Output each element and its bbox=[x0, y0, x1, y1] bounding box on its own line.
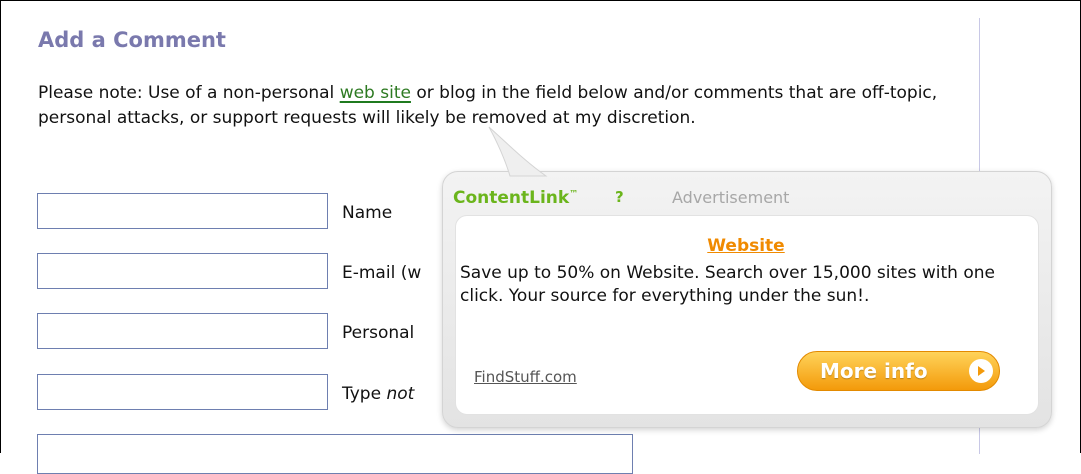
section-heading: Add a Comment bbox=[38, 28, 226, 52]
ad-brand: ContentLink™ bbox=[453, 188, 578, 208]
comment-policy-note: Please note: Use of a non-personal web s… bbox=[38, 81, 938, 131]
ad-title-link[interactable]: Website bbox=[455, 236, 1037, 256]
website-input[interactable] bbox=[37, 313, 328, 349]
name-input[interactable] bbox=[37, 193, 328, 229]
captcha-label-text: Type bbox=[342, 384, 387, 404]
email-input[interactable] bbox=[37, 253, 328, 289]
comment-textarea[interactable] bbox=[37, 434, 633, 474]
ad-help-icon[interactable]: ? bbox=[615, 188, 624, 206]
more-info-label: More info bbox=[820, 359, 928, 383]
trademark-mark: ™ bbox=[569, 189, 579, 200]
play-arrow-icon bbox=[969, 359, 993, 383]
ad-source-link[interactable]: FindStuff.com bbox=[474, 368, 577, 386]
more-info-button[interactable]: More info bbox=[797, 351, 1000, 391]
captcha-label-emphasis: not bbox=[386, 384, 415, 404]
popup-pointer bbox=[488, 126, 548, 177]
ad-brand-text: ContentLink bbox=[453, 188, 570, 208]
captcha-input[interactable] bbox=[37, 374, 328, 410]
note-text-start: Please note: Use of a non-personal bbox=[38, 83, 340, 103]
ad-body-text: Save up to 50% on Website. Search over 1… bbox=[460, 263, 995, 306]
web-site-link[interactable]: web site bbox=[340, 83, 411, 103]
email-label: E-mail (w bbox=[342, 263, 422, 283]
ad-label: Advertisement bbox=[672, 188, 790, 207]
name-label: Name bbox=[342, 203, 393, 223]
personal-label: Personal bbox=[342, 323, 415, 343]
captcha-label: Type not bbox=[342, 384, 414, 404]
